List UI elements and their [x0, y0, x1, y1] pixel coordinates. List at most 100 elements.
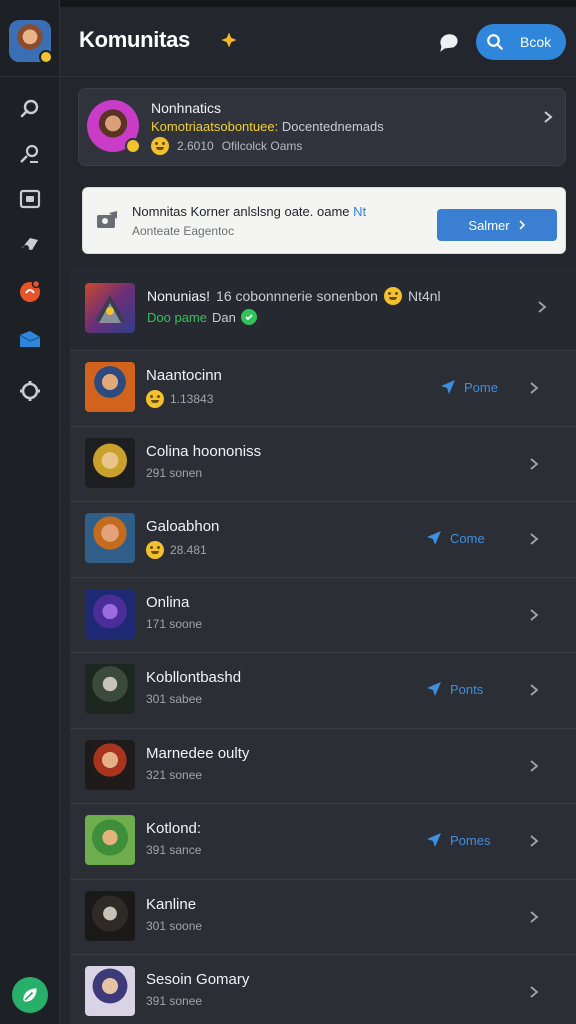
gamepad-icon: [22, 238, 38, 251]
game-action-label: Come: [450, 530, 485, 546]
game-name: Onlina: [146, 593, 190, 611]
featured-community-row[interactable]: Nonunias! 16 cobonnnerie sonenbon Nt4nl …: [70, 266, 576, 350]
game-member-count: 28.481: [170, 543, 207, 557]
game-row[interactable]: Colina hoononiss 291 sonen: [70, 425, 576, 501]
game-image: [85, 739, 135, 790]
game-row[interactable]: Marnedee oulty 321 sonee: [70, 727, 576, 803]
chevron-right-icon: [538, 301, 547, 313]
game-subtitle: 171 soone: [146, 617, 202, 631]
game-member-count: 301 sabee: [146, 692, 203, 706]
chevron-right-icon: [530, 608, 539, 621]
game-action-button[interactable]: Pomes: [426, 832, 490, 848]
search-icon: [20, 99, 39, 118]
send-icon: [441, 380, 455, 394]
sidebar-item-games[interactable]: [15, 229, 45, 259]
search-button[interactable]: Bcok: [476, 24, 566, 60]
robot-art-icon: [95, 295, 125, 323]
game-name: Kobllontbashd: [146, 669, 242, 686]
game-subtitle: 1.13843: [146, 390, 213, 408]
game-image: [85, 890, 135, 941]
chevron-right-icon: [530, 986, 539, 998]
chevron-right-icon: [530, 457, 539, 470]
profile-avatar: [87, 100, 141, 154]
game-subtitle: 391 sonee: [146, 994, 202, 1008]
sidebar-item-search[interactable]: [15, 94, 45, 124]
sidebar-item-leaf[interactable]: [12, 977, 48, 1013]
game-name: Colina hoononiss: [146, 442, 262, 460]
featured-game-image: [85, 283, 135, 333]
game-row[interactable]: Kotlond: 391 sance Pomes: [70, 803, 576, 878]
featured-name: Nonunias!: [147, 288, 211, 304]
send-icon: [427, 682, 441, 696]
profile-meta: 2.6010 Ofilcolck Oams: [151, 137, 302, 155]
game-name: Sesoin Gomary: [146, 971, 250, 988]
mail-icon: [19, 331, 41, 347]
banner-subtitle: Aonteate Eagentoc: [132, 224, 235, 238]
sidebar: [0, 0, 60, 1024]
chat-icon[interactable]: [436, 29, 462, 55]
user-avatar[interactable]: [9, 20, 53, 64]
game-subtitle: 321 sonee: [146, 768, 202, 782]
sidebar-item-messages[interactable]: [15, 325, 45, 355]
settings-icon: [20, 381, 40, 401]
profile-card[interactable]: Nonhnatics Komotriaatsobontuee: Docented…: [78, 88, 566, 166]
camera-icon: [97, 211, 117, 228]
game-member-count: 391 sonee: [146, 994, 203, 1008]
featured-extra-2: Nt4nl: [407, 288, 441, 304]
game-name: Naantocinn: [146, 367, 222, 384]
community-banner: Nomnitas Korner anlslsng oate. oame Nt A…: [82, 187, 566, 254]
banner-action-button[interactable]: Salmer: [437, 209, 557, 241]
profile-subtitle-highlight: Komotriaatsobontuee:: [151, 119, 279, 134]
sidebar-item-people[interactable]: [15, 139, 45, 169]
search-icon: [487, 34, 503, 50]
sidebar-item-notifications[interactable]: [15, 276, 45, 306]
banner-button-label: Salmer: [468, 217, 510, 233]
search-button-label: Bcok: [520, 34, 552, 50]
game-action-button[interactable]: Pome: [440, 379, 498, 395]
game-list: Naantocinn 1.13843 Pome Colina hoononiss 291…: [70, 350, 576, 1024]
game-image: [85, 588, 135, 639]
game-row[interactable]: Naantocinn 1.13843 Pome: [70, 350, 576, 425]
camera-icon: [19, 189, 41, 209]
game-row[interactable]: Kobllontbashd 301 sabee Ponts: [70, 652, 576, 727]
profile-badge: [125, 138, 141, 154]
game-image: [85, 815, 135, 865]
game-subtitle: 301 sabee: [146, 692, 202, 706]
send-icon: [427, 833, 441, 847]
profile-name: Nonhnatics: [151, 100, 222, 116]
game-action-label: Ponts: [450, 681, 484, 697]
status-badge: [39, 50, 53, 64]
page-title: Komunitas: [79, 27, 190, 52]
chevron-right-icon: [530, 835, 539, 847]
profile-subtitle: Komotriaatsobontuee: Docentednemads: [151, 119, 384, 134]
check-icon: [240, 309, 257, 325]
profile-subtitle-rest: Docentednemads: [281, 119, 384, 134]
sidebar-item-settings[interactable]: [15, 376, 45, 406]
top-status-strip: [0, 0, 576, 7]
game-row[interactable]: Galoabhon 28.481 Come: [70, 501, 576, 576]
chevron-right-icon: [530, 382, 539, 394]
chevron-right-icon: [530, 684, 539, 696]
game-image: [85, 966, 135, 1016]
people-search-icon: [20, 144, 39, 163]
game-name: Kotlond:: [146, 820, 202, 837]
game-row[interactable]: Kanline 301 soone: [70, 878, 576, 954]
game-action-button[interactable]: Come: [426, 530, 485, 546]
game-subtitle: 291 sonen: [146, 466, 202, 480]
featured-status: Doo pame Dan: [147, 309, 257, 325]
game-row[interactable]: Onlina 171 soone: [70, 576, 576, 652]
sidebar-item-camera[interactable]: [15, 184, 45, 214]
game-member-count: 1.13843: [170, 392, 214, 406]
banner-title-link[interactable]: Nt: [353, 204, 366, 219]
game-name: Marnedee oulty: [146, 744, 250, 762]
game-action-label: Pome: [464, 379, 498, 395]
notification-icon: [20, 279, 41, 302]
game-action-button[interactable]: Ponts: [426, 681, 483, 697]
game-subtitle: 28.481: [146, 541, 207, 559]
game-member-count: 171 soone: [146, 616, 203, 631]
game-member-count: 321 sonee: [146, 767, 203, 782]
game-member-count: 391 sance: [146, 843, 202, 857]
game-row[interactable]: Sesoin Gomary 391 sonee: [70, 954, 576, 1024]
profile-count: 2.6010: [177, 139, 214, 153]
chevron-right-icon: [530, 533, 539, 545]
